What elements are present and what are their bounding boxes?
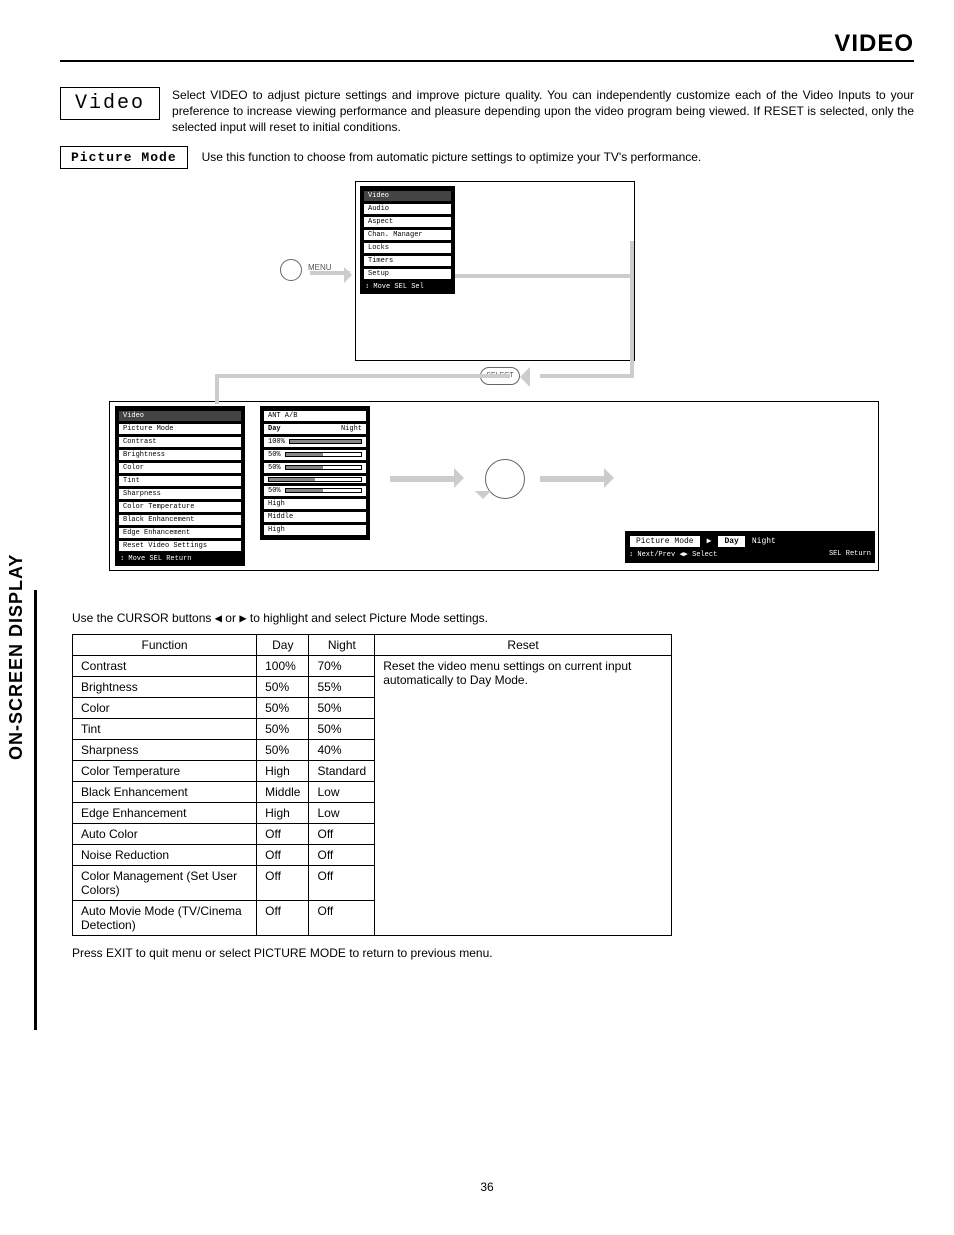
osd-item: Setup [363,268,452,280]
osd-main-menu: Video Audio Aspect Chan. Manager Locks T… [360,186,455,294]
dpad-icon [485,459,525,499]
osd-item: Color [118,462,242,474]
page-number: 36 [60,1180,914,1194]
connector-line [540,374,634,378]
footer-instruction: Press EXIT to quit menu or select PICTUR… [72,946,914,960]
arrow-icon [310,271,350,275]
cursor-instruction: Use the CURSOR buttons ◀ or ▶ to highlig… [72,611,914,626]
osd-item: Audio [363,203,452,215]
intro-text: Select VIDEO to adjust picture settings … [172,87,914,136]
osd-item: Timers [363,255,452,267]
pm-osd-label: Picture Mode [629,535,701,548]
picture-mode-text: Use this function to choose from automat… [202,150,702,164]
side-rule [34,590,37,1030]
osd-values: ANT A/B DayNight 100% 50% 50% 50% High M… [260,406,370,540]
osd-value-row: DayNight [263,423,367,435]
osd-item: Brightness [118,449,242,461]
osd-value-row: 100% [263,436,367,448]
osd-item: Picture Mode [118,423,242,435]
osd-footer: ↕ Move SEL Return [118,553,242,563]
osd-item: Video [363,190,452,202]
osd-value-row: High [263,498,367,510]
osd-item: Locks [363,242,452,254]
connector-line [630,241,634,378]
table-header: Function [73,634,257,655]
picture-mode-label: Picture Mode [60,146,188,169]
osd-item: Chan. Manager [363,229,452,241]
osd-value-row: 50% [263,462,367,474]
pm-osd-day: Day [717,535,745,548]
connector-line [455,274,633,278]
osd-value-row: 50% [263,449,367,461]
osd-item: Contrast [118,436,242,448]
osd-item: Tint [118,475,242,487]
menu-button-icon [280,259,302,281]
osd-item: Sharpness [118,488,242,500]
table-header: Reset [375,634,672,655]
osd-title: Video [118,410,242,422]
osd-item: Reset Video Settings [118,540,242,552]
osd-value-row: High [263,524,367,536]
settings-table: Function Day Night Reset Contrast100%70%… [72,634,672,936]
osd-value-row: Middle [263,511,367,523]
flow-diagram: MENU Video Audio Aspect Chan. Manager Lo… [60,181,914,601]
connector-line [215,374,219,404]
osd-value-row [263,475,367,484]
table-header: Night [309,634,375,655]
side-label: ON-SCREEN DISPLAY [6,554,27,760]
arrow-icon [475,491,491,507]
video-box-label: Video [60,87,160,120]
osd-value-row: 50% [263,485,367,497]
osd-value-title: ANT A/B [263,410,367,422]
pm-osd-night: Night [752,537,776,546]
osd-item: Black Enhancement [118,514,242,526]
osd-footer: ↕ Move SEL Sel [363,281,452,291]
connector-line [215,374,510,378]
table-row: Contrast100%70%Reset the video menu sett… [73,655,672,676]
osd-item: Edge Enhancement [118,527,242,539]
osd-item: Color Temperature [118,501,242,513]
table-header: Day [257,634,309,655]
osd-item: Aspect [363,216,452,228]
osd-video-menu: Video Picture Mode Contrast Brightness C… [115,406,245,566]
page-title: VIDEO [60,30,914,62]
osd-picture-mode: Picture Mode ▶ Day Night ↕ Next/Prev ◀▶ … [625,531,875,563]
